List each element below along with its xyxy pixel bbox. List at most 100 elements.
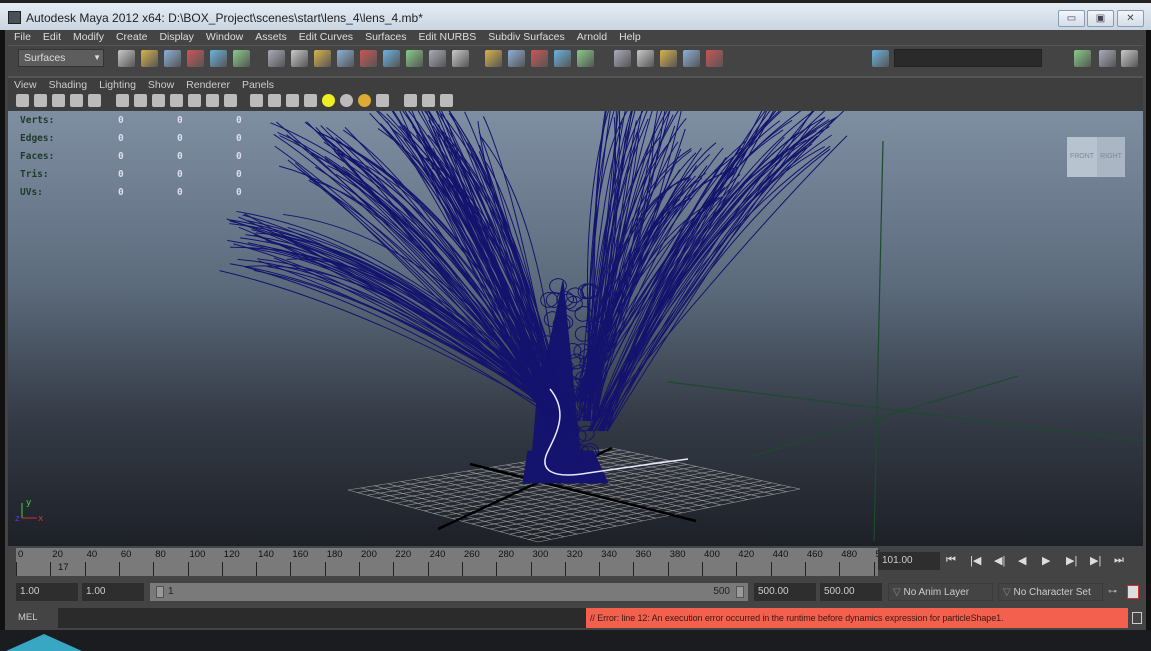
go-to-start-button[interactable]: ⏮ — [946, 554, 956, 567]
smooth-shade-icon[interactable] — [134, 94, 147, 107]
view-cube-front[interactable]: FRONT — [1067, 137, 1097, 177]
go-to-end-button[interactable]: ⏭ — [1114, 554, 1124, 567]
current-frame-field[interactable]: 101.00 — [878, 552, 940, 570]
shadows-icon[interactable] — [358, 94, 371, 107]
range-end-handle[interactable] — [736, 586, 744, 598]
panel-menu-show[interactable]: Show — [142, 78, 180, 92]
grid-toggle-icon[interactable] — [88, 94, 101, 107]
wire-on-shaded-icon[interactable] — [286, 94, 299, 107]
menu-window[interactable]: Window — [200, 30, 249, 45]
current-time-marker[interactable]: 17 — [58, 562, 69, 573]
wireframe-icon[interactable] — [116, 94, 129, 107]
maximize-button[interactable]: ▣ — [1087, 10, 1114, 27]
bookmarks-icon[interactable] — [52, 94, 65, 107]
playback-end-field[interactable]: 500.00 — [754, 583, 816, 601]
step-back-frame-button[interactable]: ◀| — [994, 554, 1005, 567]
attribute-editor-icon[interactable] — [872, 50, 889, 67]
snap-point-icon[interactable] — [406, 50, 423, 67]
key-icon[interactable]: ⊶ — [1108, 586, 1117, 597]
lock-icon[interactable] — [485, 50, 502, 67]
construction-history-icon[interactable] — [660, 50, 677, 67]
layer-editor-icon[interactable] — [1121, 50, 1138, 67]
menu-edit-nurbs[interactable]: Edit NURBS — [413, 30, 483, 45]
new-scene-icon[interactable] — [118, 50, 135, 67]
snap-grid-icon[interactable] — [360, 50, 377, 67]
bounding-box-icon[interactable] — [170, 94, 183, 107]
ipr-render-icon[interactable] — [577, 50, 594, 67]
help-icon[interactable] — [452, 50, 469, 67]
view-cube[interactable]: FRONT RIGHT — [1067, 137, 1125, 185]
checker-icon[interactable] — [304, 94, 317, 107]
menu-file[interactable]: File — [8, 30, 37, 45]
channel-box-icon[interactable] — [1074, 50, 1091, 67]
select-object-icon[interactable] — [210, 50, 227, 67]
menu-arnold[interactable]: Arnold — [571, 30, 613, 45]
range-slider[interactable]: 1 500 — [150, 583, 748, 601]
menu-assets[interactable]: Assets — [249, 30, 293, 45]
select-component-icon[interactable] — [233, 50, 250, 67]
close-button[interactable]: ✕ — [1117, 10, 1144, 27]
select-hierarchy-icon[interactable] — [187, 50, 204, 67]
xray-icon[interactable] — [188, 94, 201, 107]
select-tool-icon[interactable] — [291, 50, 308, 67]
render-settings-icon[interactable] — [614, 50, 631, 67]
render-icon[interactable] — [554, 50, 571, 67]
open-scene-icon[interactable] — [141, 50, 158, 67]
range-start-handle[interactable] — [156, 586, 164, 598]
lasso-tool-icon[interactable] — [314, 50, 331, 67]
end-time-field[interactable]: 500.00 — [820, 583, 882, 601]
view-cube-right[interactable]: RIGHT — [1097, 137, 1125, 177]
move-tool-icon[interactable] — [268, 50, 285, 67]
show-outliner-icon[interactable] — [706, 50, 723, 67]
image-plane-icon[interactable] — [70, 94, 83, 107]
all-lights-icon[interactable] — [340, 94, 353, 107]
menu-set-dropdown[interactable]: Surfaces ▼ — [18, 49, 104, 67]
menu-edit[interactable]: Edit — [37, 30, 67, 45]
anim-layer-dropdown[interactable]: ▽ No Anim Layer — [888, 583, 993, 601]
panel-menu-view[interactable]: View — [8, 78, 43, 92]
mel-input[interactable] — [58, 608, 588, 628]
history-icon[interactable] — [531, 50, 548, 67]
panel-menu-lighting[interactable]: Lighting — [93, 78, 142, 92]
menu-subdiv-surfaces[interactable]: Subdiv Surfaces — [482, 30, 570, 45]
hypershade-icon[interactable] — [637, 50, 654, 67]
graph-toggle-icon[interactable] — [440, 94, 453, 107]
render-view-icon[interactable] — [683, 50, 700, 67]
multisample-icon[interactable] — [422, 94, 435, 107]
time-ruler[interactable]: 0 20 40 60 80 100 120 140 160 180 200 220 240 260 280 3… — [16, 548, 881, 576]
panel-menu-panels[interactable]: Panels — [236, 78, 280, 92]
camera-attributes-icon[interactable] — [34, 94, 47, 107]
paint-select-icon[interactable] — [337, 50, 354, 67]
menu-edit-curves[interactable]: Edit Curves — [293, 30, 359, 45]
minimize-button[interactable]: ▭ — [1058, 10, 1085, 27]
step-back-key-button[interactable]: |◀ — [970, 554, 981, 567]
play-forward-button[interactable]: ▶ — [1042, 554, 1050, 567]
menu-create[interactable]: Create — [110, 30, 154, 45]
hud-toggle-icon[interactable] — [404, 94, 417, 107]
wireframe-cube-icon[interactable] — [250, 94, 263, 107]
playback-start-field[interactable]: 1.00 — [82, 583, 144, 601]
default-light-icon[interactable] — [322, 94, 335, 107]
input-ops-icon[interactable] — [508, 50, 525, 67]
shaded-cube-icon[interactable] — [268, 94, 281, 107]
save-scene-icon[interactable] — [164, 50, 181, 67]
mel-language-toggle[interactable]: MEL — [18, 612, 38, 623]
use-lights-icon[interactable] — [224, 94, 237, 107]
panel-menu-shading[interactable]: Shading — [43, 78, 94, 92]
menu-modify[interactable]: Modify — [67, 30, 110, 45]
menu-help[interactable]: Help — [613, 30, 647, 45]
snap-view-plane-icon[interactable] — [429, 50, 446, 67]
step-forward-key-button[interactable]: ▶| — [1090, 554, 1101, 567]
step-forward-frame-button[interactable]: ▶| — [1066, 554, 1077, 567]
isolate-select-icon[interactable] — [376, 94, 389, 107]
menu-surfaces[interactable]: Surfaces — [359, 30, 412, 45]
play-backward-button[interactable]: ◀ — [1018, 554, 1026, 567]
textured-icon[interactable] — [206, 94, 219, 107]
start-time-field[interactable]: 1.00 — [16, 583, 78, 601]
animation-preferences-icon[interactable] — [1127, 585, 1139, 599]
snap-curve-icon[interactable] — [383, 50, 400, 67]
panel-menu-renderer[interactable]: Renderer — [180, 78, 236, 92]
flat-shade-icon[interactable] — [152, 94, 165, 107]
script-editor-icon[interactable] — [1132, 612, 1142, 624]
perspective-viewport[interactable]: yxz Verts: 0 0 0 Edges: 0 0 0 Faces: 0 0 0 Tris: 0 0 0 U… — [8, 111, 1143, 546]
